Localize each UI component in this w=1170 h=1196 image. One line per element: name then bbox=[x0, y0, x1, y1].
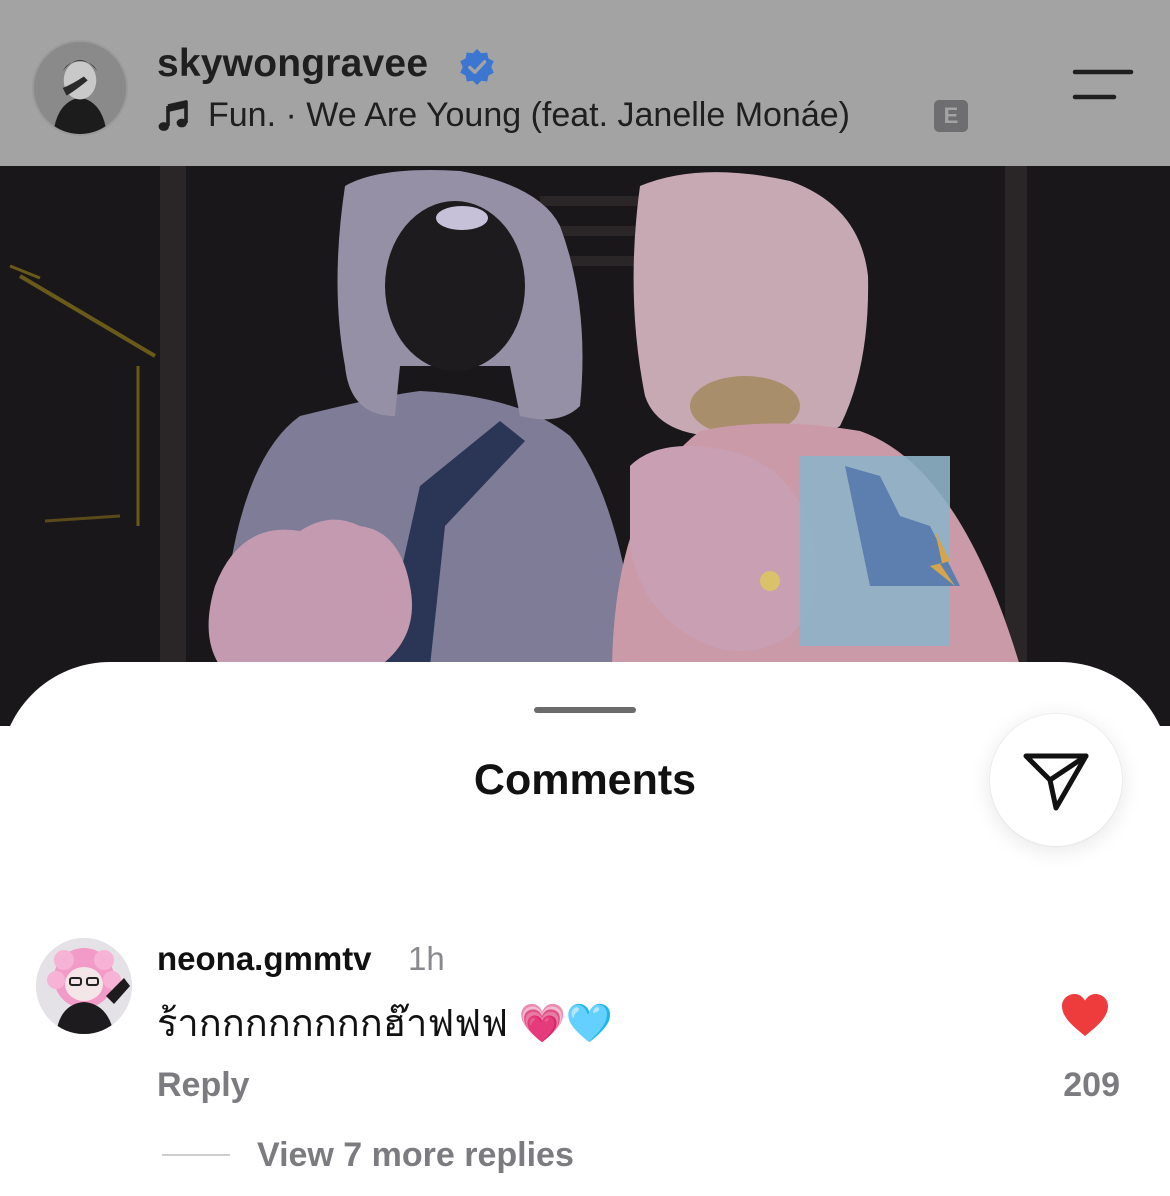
music-note-icon bbox=[158, 100, 188, 131]
comment-timestamp: 1h bbox=[408, 940, 445, 977]
menu-icon[interactable] bbox=[1072, 68, 1134, 102]
like-count: 209 bbox=[1063, 1066, 1120, 1104]
owner-username[interactable]: skywongravee bbox=[157, 42, 428, 86]
track-title[interactable]: Fun. · We Are Young (feat. Janelle Monáe… bbox=[208, 96, 850, 135]
view-replies-button[interactable]: View 7 more replies bbox=[257, 1136, 574, 1175]
paper-plane-icon bbox=[1023, 753, 1089, 811]
replies-divider bbox=[162, 1154, 230, 1156]
verified-badge-icon bbox=[460, 48, 494, 86]
explicit-badge: E bbox=[934, 100, 968, 132]
heart-icon[interactable] bbox=[1060, 992, 1110, 1038]
comments-sheet: Comments neona.gmmtv 1h ร้ากกกกกกกกฮ๊าฟฟ… bbox=[0, 662, 1170, 1196]
reply-button[interactable]: Reply bbox=[157, 1066, 250, 1105]
owner-avatar[interactable] bbox=[32, 40, 128, 136]
post-photo[interactable] bbox=[0, 166, 1170, 726]
comment-text: ร้ากกกกกกกกฮ๊าฟฟฟ 💗🩵 bbox=[157, 1003, 614, 1045]
share-button[interactable] bbox=[990, 714, 1122, 846]
commenter-avatar[interactable] bbox=[36, 938, 132, 1034]
sheet-grabber[interactable] bbox=[534, 707, 636, 713]
comment-item: neona.gmmtv 1h ร้ากกกกกกกกฮ๊าฟฟฟ 💗🩵 Repl… bbox=[0, 936, 1170, 1186]
instagram-post-screen: skywongravee Fun. · We Are Young (feat. … bbox=[0, 0, 1170, 1196]
comment-username[interactable]: neona.gmmtv bbox=[157, 940, 372, 978]
post-header: skywongravee Fun. · We Are Young (feat. … bbox=[0, 0, 1170, 166]
